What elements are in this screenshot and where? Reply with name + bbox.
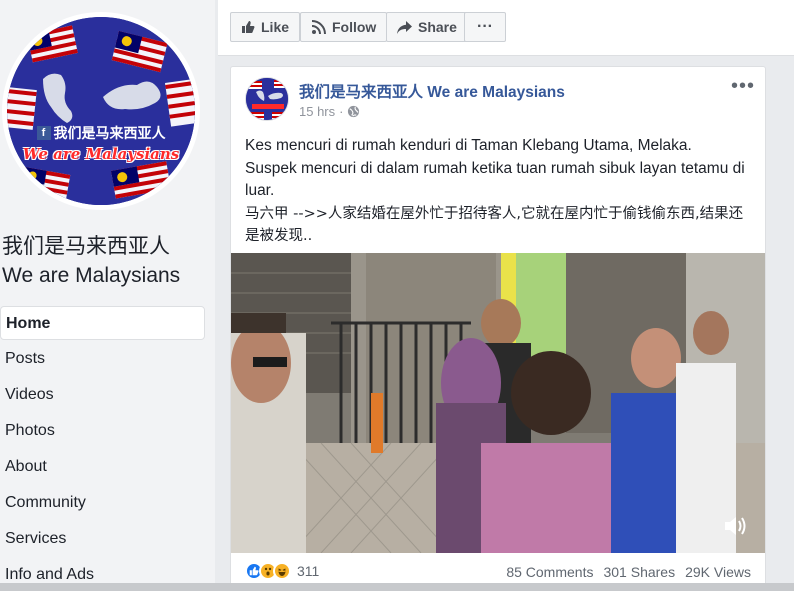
- post-meta: 15 hrs ·: [299, 104, 360, 119]
- page-title-cn: 我们是马来西亚人: [2, 234, 170, 258]
- page-title-en: We are Malaysians: [2, 264, 181, 287]
- comments-count[interactable]: 85 Comments: [506, 564, 593, 580]
- post-text-line3: 马六甲 -->>人家结婚在屋外忙于招待客人,它就在屋内忙于偷钱偷东西,结果还是被…: [245, 205, 744, 245]
- post-author-link[interactable]: 我们是马来西亚人 We are Malaysians: [299, 80, 565, 102]
- more-options-label: ···: [477, 18, 493, 35]
- avatar-text-cn: 我们是马来西亚人: [53, 126, 166, 142]
- nav-item-about[interactable]: About: [0, 450, 205, 486]
- thumbs-up-icon: [242, 21, 255, 33]
- share-arrow-icon: [397, 20, 412, 34]
- meta-separator: ·: [339, 104, 344, 119]
- post-timestamp[interactable]: 15 hrs: [299, 104, 335, 119]
- nav-item-posts[interactable]: Posts: [0, 342, 205, 378]
- page-action-bar: Like Follow Share ···: [218, 0, 794, 56]
- left-column: f 我们是马来西亚人 We are Malaysians 我们是马来西亚人 We…: [0, 0, 215, 591]
- haha-reaction-icon: [273, 562, 291, 580]
- horizontal-scrollbar[interactable]: [0, 583, 794, 591]
- page-nav: Home Posts Videos Photos About Community…: [0, 306, 205, 591]
- nav-item-home[interactable]: Home: [0, 306, 205, 340]
- follow-page-label: Follow: [332, 19, 377, 35]
- post-card: 我们是马来西亚人 We are Malaysians 15 hrs · ••• …: [230, 66, 766, 591]
- volume-icon[interactable]: [723, 515, 747, 537]
- views-count: 29K Views: [685, 564, 751, 580]
- post-author-avatar[interactable]: [245, 77, 289, 121]
- main-column: Like Follow Share ··· 我们是马来西亚人 We are Ma…: [218, 0, 794, 591]
- nav-item-services[interactable]: Services: [0, 522, 205, 558]
- page-profile-picture[interactable]: f 我们是马来西亚人 We are Malaysians: [2, 12, 200, 210]
- nav-item-community[interactable]: Community: [0, 486, 205, 522]
- like-page-button[interactable]: Like: [230, 12, 301, 42]
- avatar-text-en: We are Malaysians: [22, 145, 180, 163]
- avatar-thumbnail: [246, 78, 288, 120]
- post-text-line1: Kes mencuri di rumah kenduri di Taman Kl…: [245, 137, 692, 154]
- post-text-line2: Suspek mencuri di dalam rumah ketika tua…: [245, 159, 745, 200]
- more-options-button[interactable]: ···: [464, 12, 506, 42]
- reaction-count: 311: [297, 563, 320, 579]
- share-page-label: Share: [418, 19, 457, 35]
- page-title[interactable]: 我们是马来西亚人 We are Malaysians: [2, 232, 180, 290]
- like-page-label: Like: [261, 19, 290, 35]
- video-frame: [231, 253, 765, 553]
- avatar: f 我们是马来西亚人 We are Malaysians: [7, 17, 195, 205]
- rss-icon: [311, 19, 326, 34]
- globe-icon: [348, 105, 360, 118]
- avatar-artwork: [7, 17, 195, 205]
- post-body: Kes mencuri di rumah kenduri di Taman Kl…: [245, 135, 755, 248]
- nav-item-videos[interactable]: Videos: [0, 378, 205, 414]
- share-page-button[interactable]: Share: [386, 12, 468, 42]
- post-options-button[interactable]: •••: [731, 75, 755, 98]
- follow-page-button[interactable]: Follow: [300, 12, 388, 42]
- reactions-summary[interactable]: 311: [245, 562, 319, 580]
- post-video[interactable]: [231, 253, 765, 553]
- post-stats: 85 Comments 301 Shares 29K Views: [506, 564, 751, 580]
- nav-item-photos[interactable]: Photos: [0, 414, 205, 450]
- shares-count[interactable]: 301 Shares: [603, 564, 675, 580]
- avatar-caption: f 我们是马来西亚人 We are Malaysians: [21, 123, 181, 163]
- facebook-icon: f: [36, 126, 51, 140]
